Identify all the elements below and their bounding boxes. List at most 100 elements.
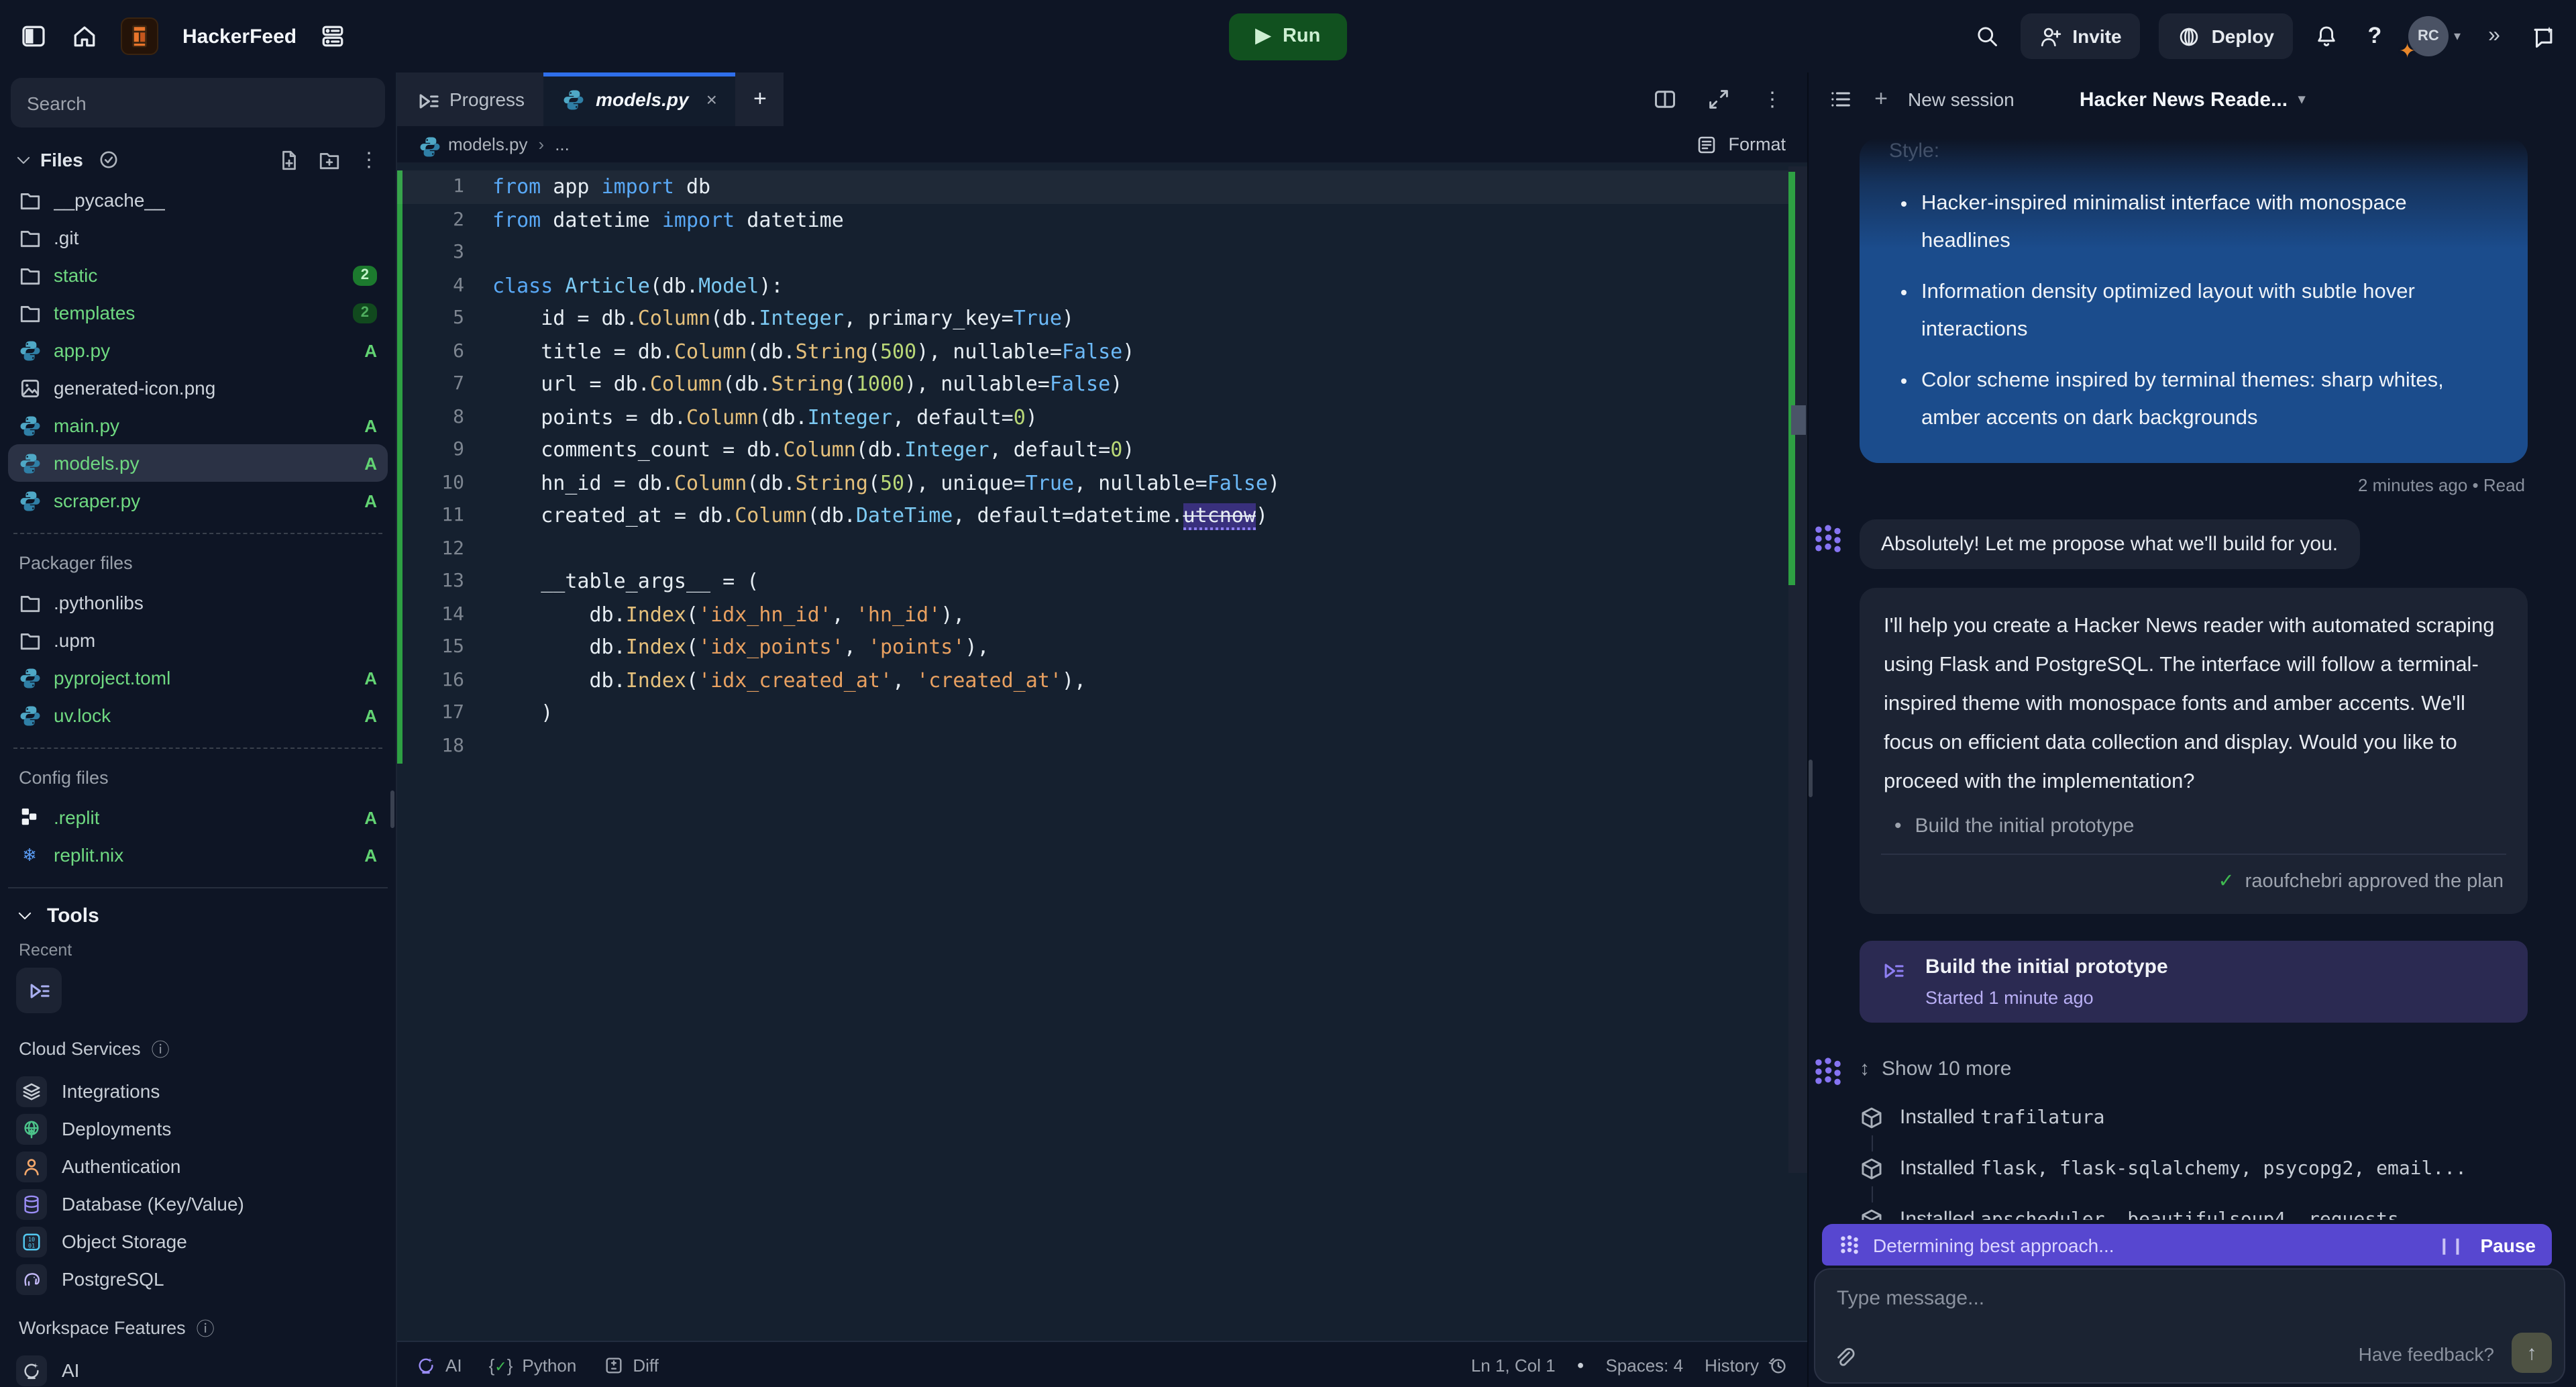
- new-folder-icon[interactable]: [315, 146, 342, 173]
- collapse-right-icon[interactable]: »: [2479, 21, 2509, 51]
- code-line[interactable]: 2from datetime import datetime: [397, 203, 1788, 236]
- search-input[interactable]: Search: [11, 78, 385, 127]
- info-icon[interactable]: ⓘ: [197, 1314, 215, 1341]
- file-row[interactable]: scraper.pyA: [8, 482, 388, 519]
- indentation-setting[interactable]: Spaces: 4: [1605, 1355, 1683, 1375]
- help-icon[interactable]: ?: [2360, 21, 2390, 51]
- file-row[interactable]: ❄replit.nixA: [8, 836, 388, 874]
- show-more-label[interactable]: Show 10 more: [1882, 1057, 2011, 1080]
- sidebar-item-integrations[interactable]: Integrations: [8, 1072, 388, 1110]
- session-list-icon[interactable]: [1827, 86, 1854, 113]
- split-pane-icon[interactable]: [1652, 86, 1678, 113]
- file-row[interactable]: .replitA: [8, 799, 388, 836]
- expand-pane-icon[interactable]: [1705, 86, 1732, 113]
- home-icon[interactable]: [70, 21, 99, 51]
- pause-button[interactable]: ❙❙ Pause: [2437, 1234, 2536, 1255]
- code-line[interactable]: 12: [397, 532, 1788, 565]
- scrollbar-thumb[interactable]: [1791, 405, 1806, 435]
- run-button[interactable]: ▶ Run: [1229, 13, 1348, 60]
- code-line[interactable]: 15 db.Index('idx_points', 'points'),: [397, 631, 1788, 664]
- file-row[interactable]: static2: [8, 256, 388, 294]
- status-diff[interactable]: Diff: [603, 1355, 659, 1375]
- new-file-icon[interactable]: [275, 146, 302, 173]
- code-editor[interactable]: 1from app import db2from datetime import…: [397, 164, 1807, 1341]
- sidebar-item-object-storage[interactable]: 1001Object Storage: [8, 1223, 388, 1260]
- project-app-icon[interactable]: [121, 17, 158, 55]
- code-line[interactable]: 13 __table_args__ = (: [397, 565, 1788, 598]
- close-tab-icon[interactable]: ×: [706, 89, 717, 110]
- code-line[interactable]: 9 comments_count = db.Column(db.Integer,…: [397, 433, 1788, 466]
- send-button[interactable]: ↑: [2512, 1333, 2552, 1373]
- feedback-link[interactable]: Have feedback?: [2359, 1343, 2494, 1365]
- search-icon[interactable]: [1972, 21, 2001, 51]
- deploy-button[interactable]: Deploy: [2159, 13, 2293, 59]
- code-line[interactable]: 8 points = db.Column(db.Integer, default…: [397, 401, 1788, 433]
- file-row[interactable]: .pythonlibs: [8, 584, 388, 621]
- status-language[interactable]: {✓} Python: [489, 1355, 577, 1375]
- file-row[interactable]: pyproject.tomlA: [8, 659, 388, 697]
- tab-models-py[interactable]: models.py ×: [543, 72, 736, 126]
- workspace-layout-icon[interactable]: [318, 21, 347, 51]
- invite-button[interactable]: Invite: [2020, 13, 2140, 59]
- code-line[interactable]: 6 title = db.Column(db.String(500), null…: [397, 335, 1788, 368]
- code-line[interactable]: 1from app import db: [397, 170, 1788, 203]
- sidebar-scrollbar[interactable]: [390, 790, 394, 828]
- file-row[interactable]: generated-icon.png: [8, 369, 388, 407]
- message-input[interactable]: Type message...: [1815, 1270, 2564, 1327]
- code-line[interactable]: 17 ): [397, 697, 1788, 729]
- breadcrumb-more[interactable]: ...: [555, 134, 570, 154]
- file-row[interactable]: .git: [8, 219, 388, 256]
- recent-tool-progress[interactable]: [16, 968, 62, 1013]
- code-line[interactable]: 18: [397, 729, 1788, 762]
- sidebar-item-deployments[interactable]: Deployments: [8, 1110, 388, 1147]
- tab-progress[interactable]: Progress: [397, 72, 543, 126]
- files-menu-icon[interactable]: ⋮: [356, 146, 382, 173]
- code-line[interactable]: 10 hn_id = db.Column(db.String(50), uniq…: [397, 466, 1788, 499]
- session-title[interactable]: Hacker News Reade... ▾: [2080, 89, 2305, 111]
- file-row[interactable]: templates2: [8, 294, 388, 331]
- editor-menu-icon[interactable]: ⋮: [1759, 86, 1786, 113]
- cursor-position[interactable]: Ln 1, Col 1: [1471, 1355, 1556, 1375]
- code-line[interactable]: 5 id = db.Column(db.Integer, primary_key…: [397, 302, 1788, 335]
- progress-icon: [416, 89, 437, 110]
- file-row[interactable]: main.pyA: [8, 407, 388, 444]
- task-progress-card[interactable]: Build the initial prototype Started 1 mi…: [1860, 940, 2528, 1022]
- file-row[interactable]: models.pyA: [8, 444, 388, 482]
- new-session-button[interactable]: New session: [1908, 89, 2015, 110]
- format-button[interactable]: Format: [1696, 134, 1786, 155]
- sidebar-item-authentication[interactable]: Authentication: [8, 1147, 388, 1185]
- breadcrumb-file[interactable]: models.py: [448, 134, 528, 154]
- file-row[interactable]: app.pyA: [8, 331, 388, 369]
- new-session-plus-icon[interactable]: +: [1868, 86, 1894, 113]
- code-line[interactable]: 7 url = db.Column(db.String(1000), nulla…: [397, 368, 1788, 401]
- notifications-bell-icon[interactable]: [2312, 21, 2341, 51]
- file-row[interactable]: __pycache__: [8, 181, 388, 219]
- hidden-files-icon[interactable]: [95, 146, 122, 173]
- message-meta[interactable]: 2 minutes ago • Read: [1860, 474, 2525, 495]
- sidebar-item-postgresql[interactable]: PostgreSQL: [8, 1260, 388, 1298]
- code-line[interactable]: 4class Article(db.Model):: [397, 269, 1788, 302]
- history-button[interactable]: History: [1705, 1355, 1788, 1375]
- project-title[interactable]: HackerFeed: [182, 25, 297, 48]
- code-line[interactable]: 14 db.Index('idx_hn_id', 'hn_id'),: [397, 598, 1788, 631]
- editor-scrollbar[interactable]: [1788, 166, 1807, 1173]
- show-more-row[interactable]: ↕ Show 10 more: [1860, 1057, 2528, 1080]
- tools-header[interactable]: Tools: [8, 902, 388, 930]
- new-tab-button[interactable]: +: [736, 72, 784, 126]
- ai-chat-toggle-icon[interactable]: [2528, 21, 2557, 51]
- chat-scrollbar[interactable]: [1809, 760, 1813, 797]
- sidebar-item-database-key-value-[interactable]: Database (Key/Value): [8, 1185, 388, 1223]
- code-line[interactable]: 3: [397, 236, 1788, 269]
- code-line[interactable]: 11 created_at = db.Column(db.DateTime, d…: [397, 499, 1788, 532]
- file-row[interactable]: .upm: [8, 621, 388, 659]
- sidebar-item-ai[interactable]: AI: [8, 1351, 388, 1387]
- file-row[interactable]: uv.lockA: [8, 697, 388, 734]
- files-chevron-icon[interactable]: [13, 146, 32, 173]
- info-icon[interactable]: ⓘ: [152, 1035, 170, 1062]
- code-line[interactable]: 16 db.Index('idx_created_at', 'created_a…: [397, 664, 1788, 697]
- status-ai[interactable]: AI: [416, 1355, 462, 1375]
- account-menu[interactable]: RC ✦ ▾: [2408, 16, 2461, 56]
- message-composer[interactable]: Type message... Have feedback? ↑: [1814, 1268, 2565, 1384]
- sidebar-toggle-icon[interactable]: [19, 21, 48, 51]
- attach-paperclip-icon[interactable]: [1833, 1346, 1856, 1369]
